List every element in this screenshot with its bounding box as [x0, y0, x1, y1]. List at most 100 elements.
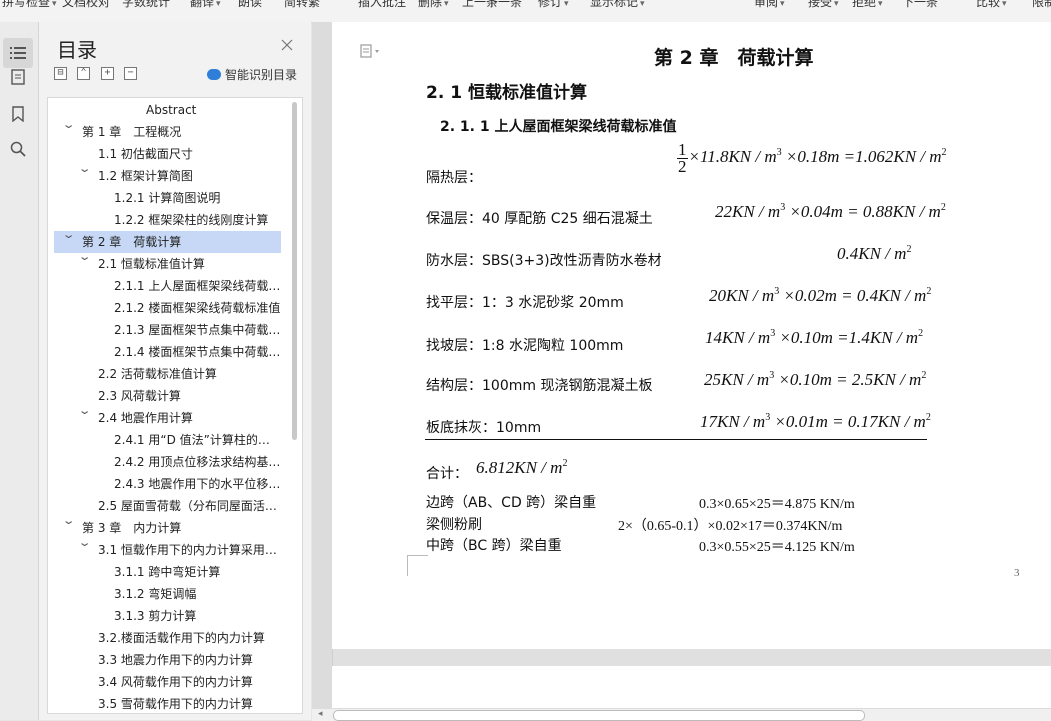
toc-item[interactable]: 2.4.1 用“D 值法”计算柱的侧移刚度	[48, 429, 281, 451]
toc-item[interactable]: 3.1.3 剪力计算	[48, 605, 281, 627]
toc-item[interactable]: 2.5 屋面雪荷载（分布同屋面活荷载）	[48, 495, 281, 517]
toolbar-item[interactable]: 插入批注	[358, 0, 408, 10]
formula-text: 17KN / m3 ×0.01m = 0.17KN / m2	[700, 412, 931, 431]
chevron-down-icon[interactable]: ⌄	[78, 162, 92, 175]
toolbar-item[interactable]: 朗读	[238, 0, 264, 10]
toolbar-item[interactable]: 下一条	[902, 0, 940, 10]
close-icon[interactable]	[281, 39, 293, 51]
chevron-down-icon: ▾	[878, 0, 883, 9]
toc-item[interactable]: 2.4.3 地震作用下的水平位移验算	[48, 473, 281, 495]
toc-item-label: 第 3 章 内力计算	[82, 521, 182, 535]
subsection-title: 2. 1. 1 上人屋面框架梁线荷载标准值	[440, 119, 677, 135]
toolbar-item[interactable]: 下一条	[486, 0, 524, 10]
toolbar-item[interactable]: 简转繁	[284, 0, 322, 10]
toc-item[interactable]: 3.3 地震力作用下的内力计算	[48, 649, 281, 671]
formula-text: 25KN / m3 ×0.10m = 2.5KN / m2	[704, 370, 927, 389]
chevron-down-icon[interactable]: ⌄	[62, 514, 76, 527]
toc-item[interactable]: 第 1 章 工程概况	[48, 121, 281, 143]
toc-item-label: 3.2.楼面活载作用下的内力计算	[98, 631, 265, 645]
toc-item-label: 3.5 雪荷载作用下的内力计算	[98, 697, 253, 711]
toolbar-item[interactable]: 拼写检查 ▾	[2, 0, 57, 10]
section-title: 2. 1 恒载标准值计算	[426, 83, 587, 103]
beam-value: 0.3×0.55×25＝4.125 KN/m	[699, 540, 855, 555]
toolbar-item[interactable]: 审阅 ▾	[754, 0, 785, 10]
toolbar-item[interactable]: 字数统计	[122, 0, 172, 10]
horizontal-scroll-thumb[interactable]	[333, 710, 865, 721]
toolbar-item[interactable]: 翻译 ▾	[190, 0, 221, 10]
beam-name: 梁侧粉刷	[426, 517, 482, 533]
remove-heading-icon[interactable]: −	[124, 67, 137, 80]
toc-item[interactable]: 3.1.2 弯矩调幅	[48, 583, 281, 605]
smart-toc-icon	[207, 69, 221, 80]
page-icon	[360, 44, 379, 58]
next-page[interactable]	[332, 666, 1051, 708]
chevron-down-icon: ▾	[52, 0, 57, 9]
find-button[interactable]	[3, 134, 33, 164]
horizontal-scrollbar[interactable]: ◂	[312, 708, 1051, 721]
toc-item-label: 3.1.1 跨中弯矩计算	[114, 565, 221, 579]
toc-title: 目录	[57, 38, 97, 62]
toolbar-item[interactable]: 拒绝 ▾	[852, 0, 883, 10]
collapse-all-icon[interactable]: ⊟	[54, 67, 67, 80]
toc-item[interactable]: 2.1.1 上人屋面框架梁线荷载标准值	[48, 275, 281, 297]
scroll-left-icon[interactable]: ◂	[318, 709, 323, 719]
chevron-down-icon[interactable]: ⌄	[62, 228, 76, 241]
toolbar-item[interactable]: 修订 ▾	[538, 0, 569, 10]
toc-item[interactable]: 2.1.3 屋面框架节点集中荷载标准值	[48, 319, 281, 341]
chevron-down-icon: ▾	[444, 0, 449, 9]
toolbar-item[interactable]: 接受 ▾	[808, 0, 839, 10]
layer-name: 防水层：SBS(3+3)改性沥青防水卷材	[426, 253, 662, 269]
smart-toc-button[interactable]: 智能识别目录	[207, 66, 297, 83]
chevron-down-icon[interactable]: ⌄	[78, 404, 92, 417]
bookmark-button[interactable]	[3, 99, 33, 129]
toolbar-item[interactable]: 删除 ▾	[418, 0, 449, 10]
toc-item[interactable]: Abstract	[48, 99, 281, 121]
chapter-title: 第 2 章 荷载计算	[654, 47, 814, 69]
layer-formula: 25KN / m3 ×0.10m = 2.5KN / m2	[704, 370, 926, 390]
toc-item-label: 1.2.1 计算简图说明	[114, 191, 221, 205]
layer-formula: 20KN / m3 ×0.02m = 0.4KN / m2	[709, 286, 931, 306]
toc-item-label: 2.5 屋面雪荷载（分布同屋面活荷载）	[98, 499, 281, 513]
toc-item[interactable]: 2.4.2 用顶点位移法求结构基本自振周期	[48, 451, 281, 473]
toc-item-label: 3.1.2 弯矩调幅	[114, 587, 197, 601]
toolbar-item[interactable]: 文档校对	[62, 0, 112, 10]
toc-item[interactable]: 3.2.楼面活载作用下的内力计算	[48, 627, 281, 649]
layer-formula: 14KN / m3 ×0.10m =1.4KN / m2	[705, 328, 923, 348]
toc-item-label: Abstract	[146, 103, 197, 117]
toolbar-item[interactable]: 比较 ▾	[976, 0, 1007, 10]
beam-name: 中跨（BC 跨）梁自重	[426, 538, 562, 554]
toc-item[interactable]: 2.1.2 楼面框架梁线荷载标准值	[48, 297, 281, 319]
toc-item[interactable]: 2.2 活荷载标准值计算	[48, 363, 281, 385]
formula-text: 20KN / m3 ×0.02m = 0.4KN / m2	[709, 286, 932, 305]
toc-item-label: 2.2 活荷载标准值计算	[98, 367, 217, 381]
chevron-down-icon: ▾	[640, 0, 645, 9]
toc-item[interactable]: 3.1.1 跨中弯矩计算	[48, 561, 281, 583]
level-up-icon[interactable]: ⌃	[77, 67, 90, 80]
document-page[interactable]: 第 2 章 荷载计算 2. 1 恒载标准值计算 2. 1. 1 上人屋面框架梁线…	[332, 22, 1051, 649]
toolbar-item-label: 修订	[538, 0, 563, 9]
layer-formula: 17KN / m3 ×0.01m = 0.17KN / m2	[700, 412, 931, 432]
toc-scrollbar[interactable]	[292, 102, 297, 440]
smart-toc-label: 智能识别目录	[225, 68, 298, 82]
chevron-down-icon[interactable]: ⌄	[78, 250, 92, 263]
layer-name: 板底抹灰：10mm	[426, 420, 542, 436]
chevron-down-icon[interactable]: ⌄	[62, 118, 76, 131]
toc-item[interactable]: 1.2.1 计算简图说明	[48, 187, 281, 209]
beam-value: 2×（0.65-0.1）×0.02×17＝0.374KN/m	[618, 519, 843, 534]
toc-item[interactable]: 3.4 风荷载作用下的内力计算	[48, 671, 281, 693]
toolbar-item[interactable]: 显示标记 ▾	[590, 0, 645, 10]
page-thumbnail-button[interactable]	[3, 62, 33, 92]
toolbar-item[interactable]: 限制	[1032, 0, 1051, 10]
formula-text: 14KN / m3 ×0.10m =1.4KN / m2	[705, 328, 924, 347]
chevron-down-icon: ▾	[564, 0, 569, 9]
toc-item-label: 2.4.3 地震作用下的水平位移验算	[114, 477, 281, 491]
chevron-down-icon[interactable]: ⌄	[78, 536, 92, 549]
toc-item[interactable]: 2.1.4 楼面框架节点集中荷载标准值	[48, 341, 281, 363]
toc-item[interactable]: 1.2.2 框架梁柱的线刚度计算	[48, 209, 281, 231]
page-number: 3	[1014, 567, 1020, 579]
toc-item-label: 第 2 章 荷载计算	[82, 235, 182, 249]
toc-item[interactable]: 3.5 雪荷载作用下的内力计算	[48, 693, 281, 713]
formula-text: 22KN / m3 ×0.04m = 0.88KN / m2	[715, 202, 946, 221]
add-heading-icon[interactable]: +	[101, 67, 114, 80]
layer-name: 隔热层：	[426, 170, 482, 186]
